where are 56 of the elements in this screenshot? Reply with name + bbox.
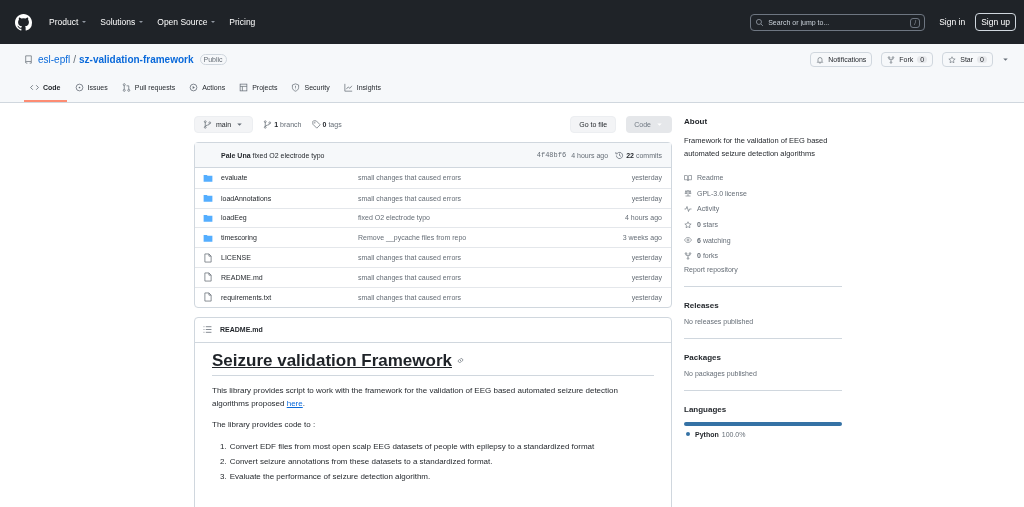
list-number: 3. [220, 470, 227, 483]
nav-menu-item[interactable]: Pricing [224, 17, 261, 27]
nav-menu-item[interactable]: Solutions [95, 17, 151, 27]
star-icon [948, 55, 957, 64]
path-separator: / [73, 54, 77, 66]
folder-icon [203, 232, 213, 243]
readme-paragraph: This library provides script to work with the framework for the validation of EEG based automated seizure detection algorithms proposed here. [212, 384, 619, 410]
shield-icon [291, 83, 301, 93]
book-icon [684, 173, 692, 182]
section-heading: Releases [684, 300, 720, 310]
section-heading: About [684, 117, 709, 126]
graph-icon [343, 83, 353, 93]
pull-request-icon [121, 83, 131, 93]
folder-icon [203, 172, 213, 183]
scale-icon [684, 189, 692, 198]
link-icon[interactable] [455, 356, 465, 366]
file-icon [203, 292, 213, 303]
play-icon [189, 83, 199, 93]
owner-link[interactable]: esl-epfl [38, 54, 71, 66]
list-number: 1. [220, 440, 227, 453]
sign-in-link[interactable]: Sign in [939, 17, 966, 27]
branch-icon [263, 119, 273, 129]
history-icon [615, 150, 625, 160]
star-icon [684, 220, 692, 229]
code-icon [30, 83, 39, 93]
bell-icon [816, 55, 825, 64]
outline-button[interactable] [203, 325, 212, 335]
nav-menu-item[interactable]: Open Source [152, 17, 223, 27]
branch-icon [203, 119, 212, 129]
inline-link[interactable]: here [286, 398, 303, 408]
circle-dot-icon [74, 83, 84, 93]
fork-icon [887, 55, 896, 64]
list-number: 2. [220, 455, 227, 468]
search-icon [755, 17, 765, 27]
pulse-icon [684, 205, 692, 213]
list-item-text: Convert EDF files from most open scalp EEG datasets of people with epilepsy to a standardized format [229, 440, 595, 453]
file-icon [203, 272, 213, 283]
octocat-logo-icon[interactable] [15, 13, 32, 31]
folder-icon [203, 213, 213, 223]
file-icon [203, 252, 213, 263]
list-item-text: Evaluate the performance of seizure detection algorithm. [229, 470, 431, 483]
table-icon [239, 83, 249, 93]
repository-name-link[interactable]: sz-validation-framework [79, 54, 194, 66]
fork-icon [684, 251, 692, 260]
readme-title: Seizure validation Framework [212, 350, 452, 371]
section-heading: Packages [684, 352, 722, 362]
nav-menu-item[interactable]: Product [44, 17, 94, 27]
tag-icon [311, 119, 321, 129]
section-heading: Languages [684, 404, 728, 414]
list-icon [203, 325, 212, 335]
repo-icon [24, 55, 33, 65]
folder-icon [203, 193, 213, 204]
eye-icon [684, 236, 692, 245]
list-item-text: Convert seizure annotations from these datasets to a standardized format. [229, 455, 493, 468]
readme-paragraph: The library provides code to : [212, 418, 317, 431]
sign-up-button[interactable]: Sign up [975, 13, 1016, 31]
